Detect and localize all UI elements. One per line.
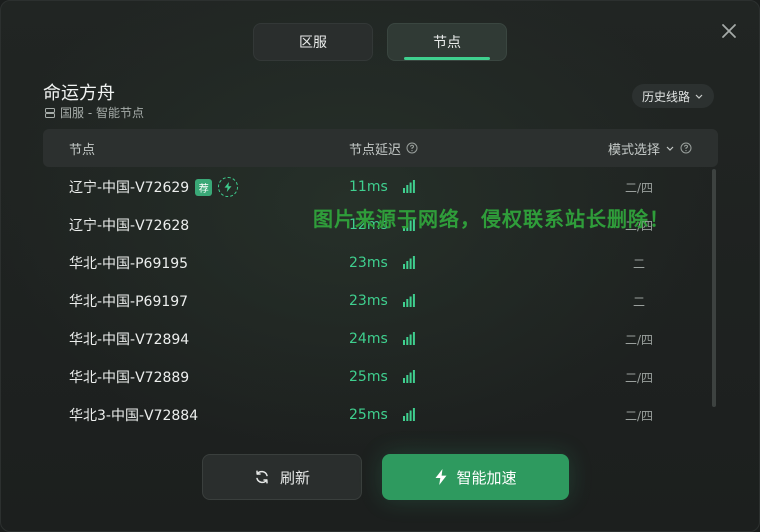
refresh-button[interactable]: 刷新 — [202, 454, 362, 500]
history-route-button[interactable]: 历史线路 — [631, 84, 714, 108]
node-name: 华北-中国-V72889 — [69, 370, 190, 386]
node-select-dialog: 区服 节点 命运方舟 国服 - 智能节点 历史线路 节点 节点延迟 模式选择 辽… — [0, 0, 760, 532]
smart-accelerate-label: 智能加速 — [456, 468, 517, 487]
node-name-cell: 华北-中国-V72894 — [69, 320, 189, 358]
tab-label: 节点 — [433, 35, 461, 51]
node-name: 华北3-中国-V72884 — [69, 408, 199, 424]
node-latency: 25ms — [349, 407, 388, 423]
tab-active-indicator — [404, 57, 490, 60]
signal-icon — [403, 294, 415, 307]
game-subtitle-text: 国服 - 智能节点 — [60, 106, 144, 120]
node-mode: 二 — [632, 294, 645, 309]
signal-icon — [403, 256, 415, 269]
signal-icon — [403, 408, 415, 421]
table-row[interactable]: 华北-中国-V72894 24ms 二/四 — [43, 320, 718, 358]
node-name: 辽宁-中国-V72629 — [69, 180, 190, 196]
node-mode: 二 — [632, 256, 645, 271]
tab-server[interactable]: 区服 — [253, 23, 373, 61]
node-name-cell: 辽宁-中国-V72628 — [69, 206, 189, 244]
node-name: 辽宁-中国-V72628 — [69, 218, 190, 234]
table-header: 节点 节点延迟 模式选择 — [43, 129, 718, 167]
signal-icon — [403, 180, 415, 193]
node-mode: 二/四 — [624, 370, 654, 385]
chevron-down-icon — [695, 94, 703, 99]
signal-icon — [403, 370, 415, 383]
node-name-cell: 辽宁-中国-V72629 荐 — [69, 168, 239, 206]
node-name: 华北-中国-P69197 — [69, 294, 189, 310]
server-icon — [45, 107, 55, 118]
node-name-cell: 华北-中国-V72889 — [69, 358, 189, 396]
header-latency-label: 节点延迟 — [349, 142, 402, 158]
game-subtitle: 国服 - 智能节点 — [44, 104, 144, 121]
header-mode[interactable]: 模式选择 — [608, 129, 692, 167]
header-node: 节点 — [69, 129, 95, 167]
list-scrollbar[interactable] — [712, 169, 716, 407]
node-mode: 二/四 — [624, 180, 654, 195]
tab-node[interactable]: 节点 — [387, 23, 507, 61]
table-row[interactable]: 辽宁-中国-V72629 荐 11ms 二/四 — [43, 168, 718, 206]
node-latency: 25ms — [349, 369, 388, 385]
header-latency: 节点延迟 — [349, 129, 418, 167]
refresh-icon — [256, 470, 268, 484]
node-mode: 二/四 — [624, 408, 654, 423]
node-latency: 23ms — [349, 293, 388, 309]
node-name: 华北-中国-V72894 — [69, 332, 190, 348]
node-mode: 二/四 — [624, 332, 654, 347]
lightning-icon — [435, 469, 447, 485]
close-button[interactable] — [719, 21, 739, 41]
node-name-cell: 华北-中国-P69195 — [69, 244, 188, 282]
help-icon[interactable] — [406, 142, 418, 154]
chevron-down-icon — [666, 146, 674, 151]
node-latency: 23ms — [349, 255, 388, 271]
node-name-cell: 华北3-中国-V72884 — [69, 396, 198, 434]
node-latency: 24ms — [349, 331, 388, 347]
smart-accelerate-button[interactable]: 智能加速 — [382, 454, 569, 500]
tab-bar: 区服 节点 — [253, 23, 507, 61]
table-row[interactable]: 华北-中国-P69195 23ms 二 — [43, 244, 718, 282]
node-name: 华北-中国-P69195 — [69, 256, 189, 272]
boost-indicator — [218, 177, 239, 197]
tab-label: 区服 — [299, 35, 327, 51]
refresh-label: 刷新 — [279, 468, 310, 487]
table-row[interactable]: 华北-中国-P69197 23ms 二 — [43, 282, 718, 320]
help-icon[interactable] — [680, 142, 692, 154]
watermark-text: 图片来源于网络，侵权联系站长删除！ — [313, 207, 670, 231]
close-icon — [722, 24, 736, 38]
node-latency: 11ms — [349, 179, 388, 195]
node-name-cell: 华北-中国-P69197 — [69, 282, 188, 320]
header-mode-label: 模式选择 — [608, 142, 661, 158]
game-title: 命运方舟 — [43, 83, 115, 104]
header-node-label: 节点 — [69, 142, 96, 158]
table-row[interactable]: 华北-中国-V72889 25ms 二/四 — [43, 358, 718, 396]
signal-icon — [403, 332, 415, 345]
recommend-badge: 荐 — [195, 178, 213, 196]
history-route-label: 历史线路 — [641, 89, 690, 104]
lightning-icon — [224, 182, 232, 192]
table-row[interactable]: 华北3-中国-V72884 25ms 二/四 — [43, 396, 718, 434]
